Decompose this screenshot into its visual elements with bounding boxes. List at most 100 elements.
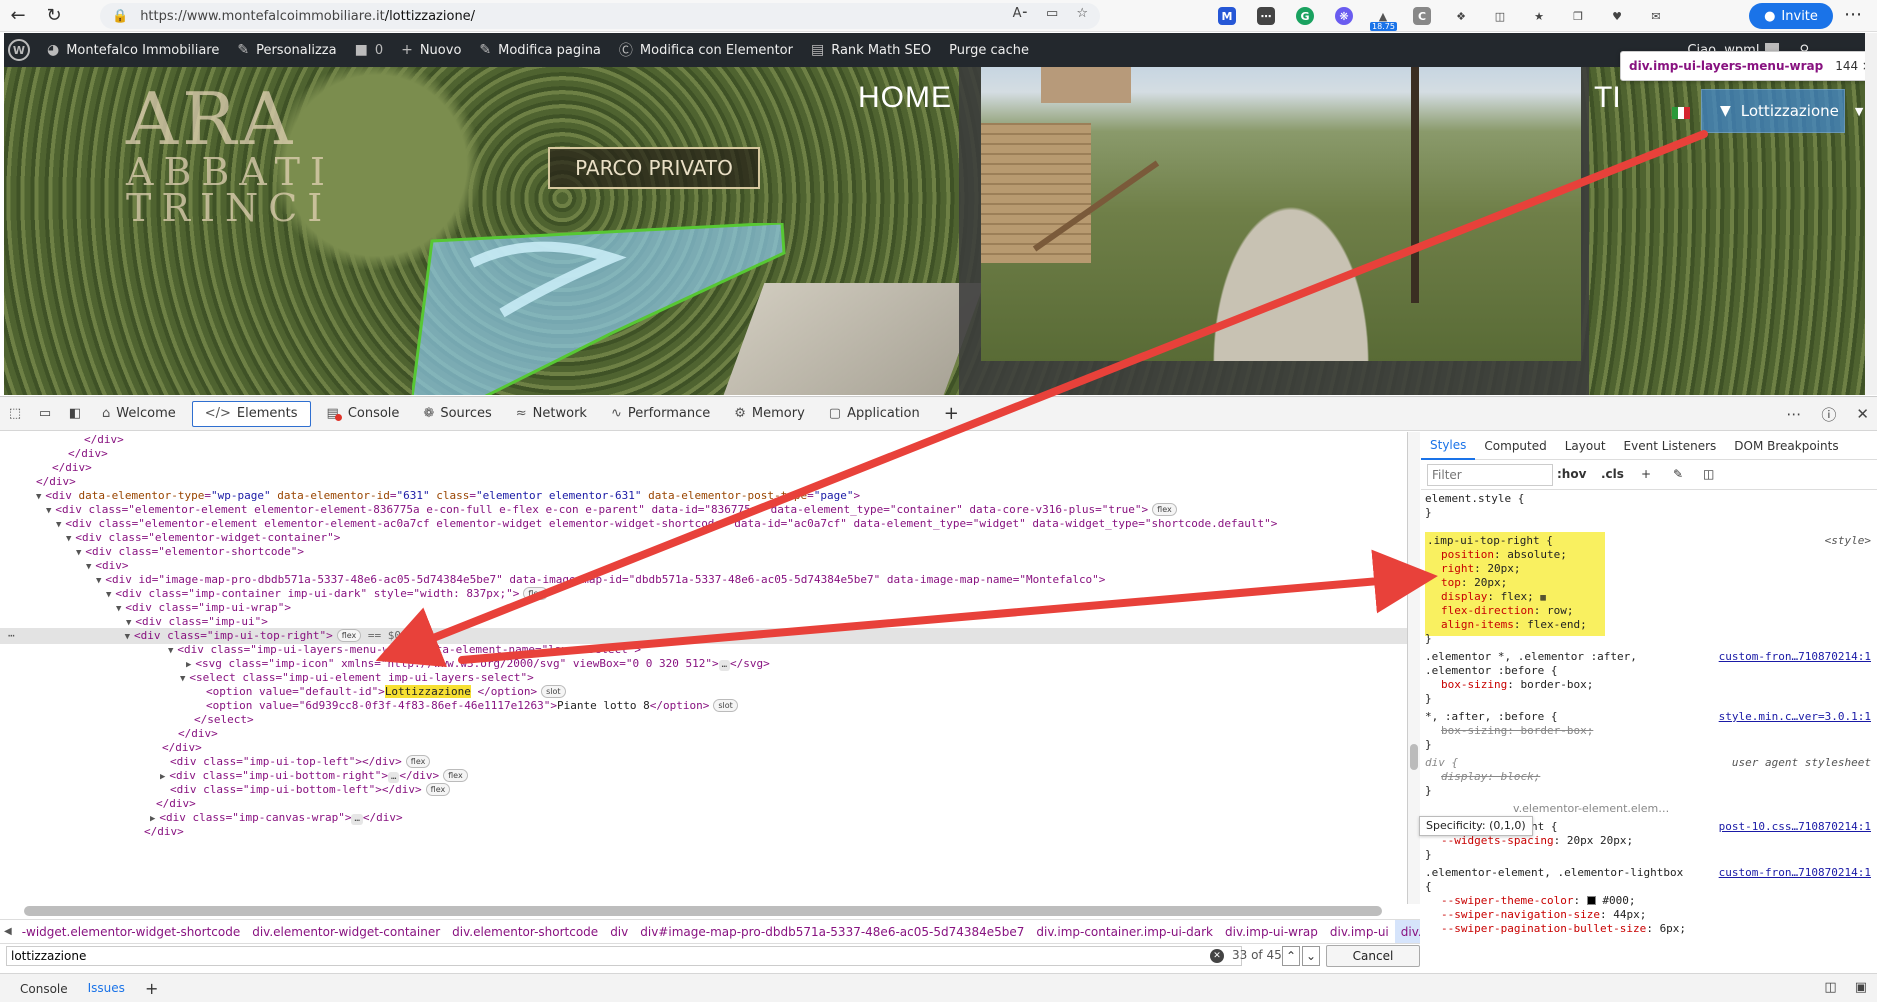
css-declaration[interactable]: box-sizing: border-box; bbox=[1441, 678, 1593, 692]
search-cancel-button[interactable]: Cancel bbox=[1326, 945, 1420, 967]
breadcrumb-item[interactable]: -widget.elementor-widget-shortcode bbox=[16, 920, 247, 943]
row-menu-icon[interactable]: ⋯ bbox=[8, 629, 15, 642]
css-declaration[interactable]: position: absolute; bbox=[1441, 548, 1567, 562]
scrollbar-thumb[interactable] bbox=[1410, 744, 1418, 770]
search-previous-icon[interactable]: ⌃ bbox=[1282, 946, 1300, 966]
computed-sidebar-icon[interactable]: ◫ bbox=[1703, 467, 1714, 481]
hd-icon[interactable]: ▭ bbox=[1046, 6, 1058, 21]
rule-source-link[interactable]: custom-fron…710870214:1 bbox=[1719, 650, 1871, 663]
breadcrumb-item[interactable]: div.imp-ui-wrap bbox=[1219, 920, 1324, 943]
wp-edit-elementor[interactable]: Ⓒ Modifica con Elementor bbox=[610, 33, 802, 67]
device-emulation-icon[interactable]: ▭ bbox=[30, 397, 60, 431]
layers-select[interactable]: ▼ Lottizzazione ▼ bbox=[1701, 89, 1863, 133]
flex-badge[interactable]: flex bbox=[523, 587, 548, 600]
rule-selector[interactable]: { bbox=[1425, 880, 1432, 894]
dom-node[interactable]: ▶ <div class="imp-canvas-wrap">… </div> bbox=[150, 810, 403, 826]
add-tab-icon[interactable]: + bbox=[932, 397, 971, 431]
flex-badge[interactable]: flex bbox=[405, 755, 431, 768]
css-declaration[interactable]: --widgets-spacing: 20px 20px; bbox=[1441, 834, 1633, 848]
collapsed-ellipsis[interactable]: … bbox=[718, 660, 731, 671]
back-arrow-icon[interactable]: ← bbox=[0, 0, 36, 32]
rule-selector[interactable]: .elementor *, .elementor :after, bbox=[1425, 650, 1637, 664]
expand-triangle-icon[interactable]: ▼ bbox=[126, 618, 131, 628]
tab-welcome[interactable]: ⌂ Welcome bbox=[90, 397, 188, 431]
dom-tree[interactable]: </div> </div> </div> </div> ▼ <div data-e… bbox=[0, 432, 1408, 904]
breadcrumb-item[interactable]: div.elementor-widget-container bbox=[246, 920, 446, 943]
clear-search-icon[interactable]: ✕ bbox=[1210, 949, 1224, 963]
read-aloud-icon[interactable]: A⁃ bbox=[1013, 6, 1028, 21]
refresh-icon[interactable]: ↻ bbox=[36, 0, 72, 32]
gear-ext-icon[interactable]: ❋ bbox=[1335, 7, 1353, 25]
breadcrumb-item[interactable]: div.imp-ui bbox=[1324, 920, 1395, 943]
color-swatch[interactable] bbox=[1586, 896, 1596, 905]
breadcrumb-left-icon[interactable]: ◀ bbox=[0, 926, 16, 937]
flex-badge[interactable]: flex bbox=[425, 783, 451, 796]
wp-rank-math[interactable]: ▤ Rank Math SEO bbox=[802, 33, 940, 67]
tab-dom-breakpoints[interactable]: DOM Breakpoints bbox=[1725, 432, 1847, 460]
close-drawer-icon[interactable]: ▣ bbox=[1855, 980, 1867, 995]
expand-triangle-icon[interactable]: ▼ bbox=[106, 590, 111, 600]
drawer-tab-issues[interactable]: Issues bbox=[77, 974, 135, 1002]
tab-computed[interactable]: Computed bbox=[1475, 432, 1555, 460]
collapse-triangle-icon[interactable]: ▶ bbox=[150, 814, 155, 824]
collapse-triangle-icon[interactable]: ▶ bbox=[186, 660, 191, 670]
inspect-element-icon[interactable]: ⬚ bbox=[0, 397, 30, 431]
feedback-icon[interactable]: ✉ bbox=[1647, 7, 1665, 25]
dom-node[interactable]: <div class="imp-ui-bottom-left"></div> fl… bbox=[170, 782, 451, 798]
dom-horizontal-scrollbar[interactable] bbox=[24, 906, 1382, 916]
css-declaration[interactable]: flex-direction: row; bbox=[1441, 604, 1573, 618]
help-icon[interactable]: ⓘ bbox=[1821, 404, 1836, 425]
css-declaration[interactable]: --swiper-pagination-bullet-size: 6px; bbox=[1441, 922, 1686, 936]
css-declaration[interactable]: display: flex; ▦ bbox=[1441, 590, 1546, 604]
address-bar[interactable]: 🔒 https://www.montefalcoimmobiliare.it/l… bbox=[100, 3, 1100, 29]
collapse-triangle-icon[interactable]: ▶ bbox=[160, 772, 165, 782]
css-declaration[interactable]: align-items: flex-end; bbox=[1441, 618, 1587, 632]
cls-toggle[interactable]: .cls bbox=[1601, 467, 1624, 481]
css-declaration-overridden[interactable]: box-sizing: border-box; bbox=[1441, 724, 1593, 738]
css-declaration[interactable]: --swiper-navigation-size: 44px; bbox=[1441, 908, 1646, 922]
expand-triangle-icon[interactable]: ▼ bbox=[125, 632, 130, 642]
tab-sources[interactable]: ❁ Sources bbox=[411, 397, 503, 431]
dom-node[interactable]: </div> bbox=[144, 824, 184, 840]
hov-toggle[interactable]: :hov bbox=[1557, 467, 1586, 481]
flex-badge[interactable]: flex bbox=[336, 629, 362, 642]
wp-customize[interactable]: ✎ Personalizza bbox=[228, 33, 345, 67]
tab-console[interactable]: ▤ Console bbox=[315, 397, 412, 431]
search-next-icon[interactable]: ⌄ bbox=[1302, 946, 1320, 966]
tab-performance[interactable]: ∿ Performance bbox=[599, 397, 722, 431]
grammarly-icon[interactable]: G bbox=[1296, 7, 1314, 25]
tab-elements[interactable]: </> Elements bbox=[191, 400, 311, 427]
c-ext-icon[interactable]: C bbox=[1413, 7, 1431, 25]
drawer-add-tab-icon[interactable]: + bbox=[135, 974, 168, 1002]
rule-selector[interactable]: .imp-ui-top-right { bbox=[1427, 534, 1553, 548]
rule-selector[interactable]: .elementor :before { bbox=[1425, 664, 1557, 678]
split-screen-icon[interactable]: ◫ bbox=[1491, 7, 1509, 25]
paint-brush-icon[interactable]: ✎ bbox=[1673, 467, 1683, 481]
puzzle-icon[interactable]: ❖ bbox=[1452, 7, 1470, 25]
css-declaration[interactable]: --swiper-theme-color: #000; bbox=[1441, 894, 1635, 908]
tab-memory[interactable]: ⚙ Memory bbox=[722, 397, 817, 431]
tab-event-listeners[interactable]: Event Listeners bbox=[1615, 432, 1726, 460]
breadcrumb-item[interactable]: div#image-map-pro-dbdb571a-5337-48e6-ac0… bbox=[634, 920, 1030, 943]
rule-selector[interactable]: div { bbox=[1425, 756, 1458, 770]
drawer-tab-console[interactable]: Console bbox=[10, 974, 78, 1002]
tab-layout[interactable]: Layout bbox=[1556, 432, 1615, 460]
slot-badge[interactable]: slot bbox=[713, 699, 738, 712]
dock-drawer-icon[interactable]: ◫ bbox=[1824, 980, 1836, 995]
tab-styles[interactable]: Styles bbox=[1421, 432, 1476, 460]
expand-triangle-icon[interactable]: ▼ bbox=[116, 604, 121, 614]
nav-item-partial[interactable]: TI bbox=[1594, 81, 1621, 115]
tab-network[interactable]: ≈ Network bbox=[504, 397, 599, 431]
favorites-icon[interactable]: ★ bbox=[1530, 7, 1548, 25]
expand-triangle-icon[interactable]: ▼ bbox=[96, 576, 101, 586]
rule-source-link[interactable]: custom-fron…710870214:1 bbox=[1719, 866, 1871, 879]
wordpress-logo-icon[interactable]: W bbox=[8, 39, 30, 61]
css-declaration[interactable]: top: 20px; bbox=[1441, 576, 1507, 590]
inherited-from-label[interactable]: v.elementor-element.elem… bbox=[1513, 802, 1669, 816]
wp-new[interactable]: + Nuovo bbox=[392, 33, 470, 67]
parco-privato-label[interactable]: PARCO PRIVATO bbox=[548, 147, 760, 189]
expand-triangle-icon[interactable]: ▼ bbox=[56, 520, 61, 530]
dock-side-icon[interactable]: ◧ bbox=[60, 397, 90, 431]
expand-triangle-icon[interactable]: ▼ bbox=[36, 492, 41, 502]
breadcrumb-item[interactable]: div.elementor-shortcode bbox=[446, 920, 604, 943]
